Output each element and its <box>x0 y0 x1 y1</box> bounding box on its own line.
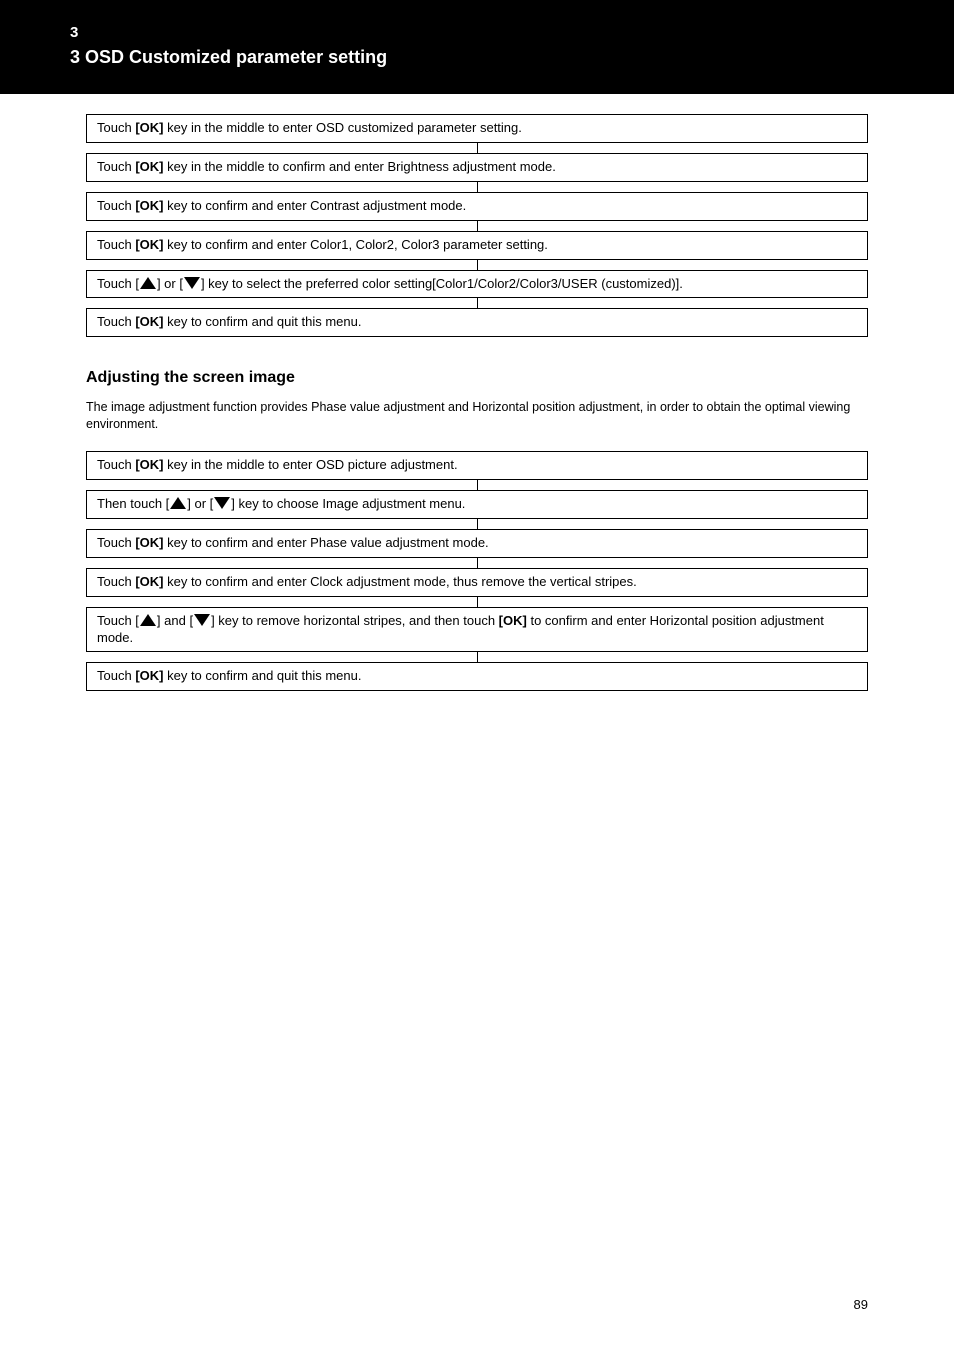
connector <box>477 260 478 270</box>
triangle-down-icon <box>183 276 201 290</box>
connector <box>477 182 478 192</box>
flow2-step-2: Then touch [] or [] key to choose Image … <box>86 490 868 519</box>
flow1-step-4: Touch [OK] key to confirm and enter Colo… <box>86 231 868 260</box>
connector <box>477 519 478 529</box>
flow1-step-1: Touch [OK] key in the middle to enter OS… <box>86 114 868 143</box>
triangle-up-icon <box>169 496 187 510</box>
triangle-down-icon <box>193 613 211 627</box>
connector <box>477 143 478 153</box>
connector <box>477 480 478 490</box>
section-2-title: Adjusting the screen image <box>86 369 868 387</box>
flowchart-2: Touch [OK] key in the middle to enter OS… <box>86 451 868 691</box>
flowchart-1: Touch [OK] key in the middle to enter OS… <box>86 114 868 337</box>
flow2-step-6: Touch [OK] key to confirm and quit this … <box>86 662 868 691</box>
connector <box>477 221 478 231</box>
flow1-step-3: Touch [OK] key to confirm and enter Cont… <box>86 192 868 221</box>
header-section-number: 3 <box>70 24 884 41</box>
connector <box>477 558 478 568</box>
flow2-step-5: Touch [] and [] key to remove horizontal… <box>86 607 868 653</box>
flow2-step-1: Touch [OK] key in the middle to enter OS… <box>86 451 868 480</box>
connector <box>477 298 478 308</box>
flow1-step-5: Touch [] or [] key to select the preferr… <box>86 270 868 299</box>
flow1-step-2: Touch [OK] key in the middle to confirm … <box>86 153 868 182</box>
header-section-title: 3 OSD Customized parameter setting <box>70 47 884 68</box>
section-2-subtitle: The image adjustment function provides P… <box>86 399 868 433</box>
flow1-step-6: Touch [OK] key to confirm and quit this … <box>86 308 868 337</box>
flow2-step-4: Touch [OK] key to confirm and enter Cloc… <box>86 568 868 597</box>
triangle-down-icon <box>213 496 231 510</box>
connector <box>477 597 478 607</box>
triangle-up-icon <box>139 276 157 290</box>
flow2-step-3: Touch [OK] key to confirm and enter Phas… <box>86 529 868 558</box>
triangle-up-icon <box>139 613 157 627</box>
page-number: 89 <box>854 1297 868 1312</box>
connector <box>477 652 478 662</box>
